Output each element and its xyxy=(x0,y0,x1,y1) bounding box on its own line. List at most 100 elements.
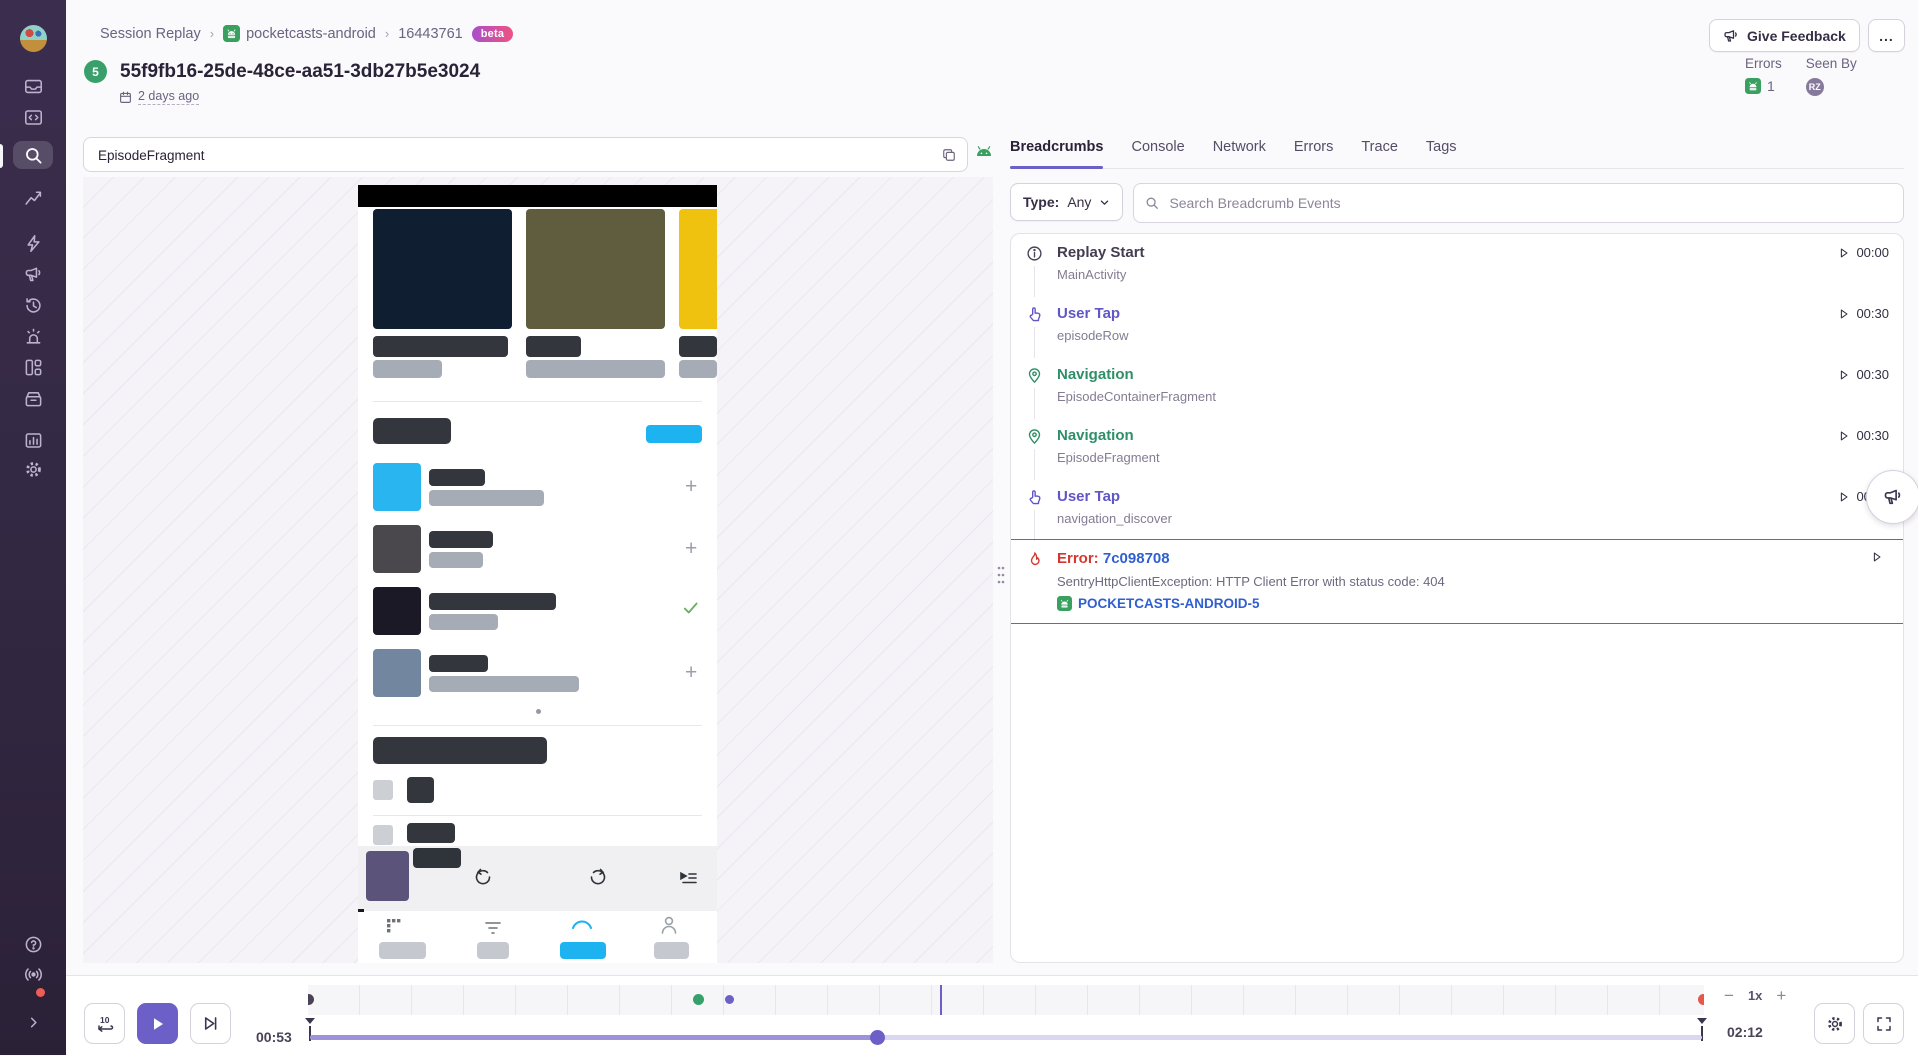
timeline-tick-strip[interactable] xyxy=(308,985,1704,1015)
replay-count-badge: 5 xyxy=(84,60,107,83)
skeleton-text-bar xyxy=(429,531,493,548)
breadcrumb-search-box xyxy=(1133,183,1904,223)
nav-label-pill xyxy=(654,942,689,959)
breadcrumb-event-list: Replay Start MainActivity 00:00 User Tap… xyxy=(1010,233,1904,963)
zoom-in-button[interactable]: + xyxy=(1776,989,1786,1003)
error-id-link[interactable]: 7c098708 xyxy=(1103,550,1170,567)
event-subtitle: EpisodeFragment xyxy=(1057,450,1889,466)
timeline-progress-bar[interactable] xyxy=(310,1035,1702,1040)
skeleton-avatar xyxy=(373,525,421,573)
play-button[interactable] xyxy=(137,1003,178,1044)
android-platform-icon xyxy=(975,143,993,159)
settings-gear-icon[interactable] xyxy=(13,455,53,483)
replay-date: 2 days ago xyxy=(119,89,199,105)
project-issue-link[interactable]: POCKETCASTS-ANDROID-5 xyxy=(1057,596,1889,611)
timeline-marker-green xyxy=(693,994,704,1005)
breadcrumb-event-row[interactable]: User Tap navigation_discover 00:33 xyxy=(1011,478,1903,539)
divider xyxy=(373,401,702,402)
mini-player-progress-tick xyxy=(358,909,364,912)
tab-trace[interactable]: Trace xyxy=(1361,139,1398,168)
fire-icon xyxy=(1026,551,1043,568)
skeleton-text-bar xyxy=(429,469,485,486)
stats-bar-chart-icon[interactable] xyxy=(13,426,53,454)
org-avatar[interactable] xyxy=(20,25,47,52)
event-timestamp[interactable]: 00:00 xyxy=(1838,245,1889,260)
breadcrumb-event-row[interactable]: Replay Start MainActivity 00:00 xyxy=(1011,234,1903,295)
event-title: Error: 7c098708 xyxy=(1057,550,1889,568)
plus-icon: + xyxy=(685,537,697,561)
breadcrumb-session-replay[interactable]: Session Replay xyxy=(100,26,201,42)
timeline-connector xyxy=(1034,388,1035,419)
give-feedback-button[interactable]: Give Feedback xyxy=(1709,19,1860,52)
plus-icon: + xyxy=(685,475,697,499)
breadcrumb-project[interactable]: pocketcasts-android xyxy=(223,25,376,42)
breadcrumb-event-row-error[interactable]: Error: 7c098708 SentryHttpClientExceptio… xyxy=(1011,539,1903,624)
event-timestamp[interactable]: 00:30 xyxy=(1838,306,1889,321)
tab-tags[interactable]: Tags xyxy=(1426,139,1457,168)
breadcrumb-replay-id[interactable]: 16443761 xyxy=(398,26,463,42)
issues-icon[interactable] xyxy=(13,72,53,100)
feedback-megaphone-icon[interactable] xyxy=(13,260,53,288)
tab-breadcrumbs[interactable]: Breadcrumbs xyxy=(1010,139,1103,168)
event-timestamp[interactable]: 00:30 xyxy=(1838,367,1889,382)
explore-search-icon[interactable] xyxy=(13,141,53,169)
alerts-siren-icon[interactable] xyxy=(13,322,53,350)
rewind-10-button[interactable]: 10 xyxy=(84,1003,125,1044)
skeleton-text-bar xyxy=(429,614,498,630)
insights-chart-icon[interactable] xyxy=(13,183,53,211)
timeline-progress-thumb[interactable] xyxy=(870,1030,885,1045)
sidebar xyxy=(0,0,66,1055)
replay-player-bar: 10 00:53 02:12 − 1x + xyxy=(66,975,1918,1056)
help-icon[interactable] xyxy=(13,930,53,958)
event-subtitle: MainActivity xyxy=(1057,267,1889,283)
event-timestamp[interactable]: 00:30 xyxy=(1838,428,1889,443)
more-options-button[interactable]: ... xyxy=(1868,19,1905,52)
breadcrumb-event-row[interactable]: Navigation EpisodeFragment 00:30 xyxy=(1011,417,1903,478)
time-ago-label[interactable]: 2 days ago xyxy=(138,89,199,105)
android-project-icon xyxy=(223,25,240,42)
performance-lightning-icon[interactable] xyxy=(13,229,53,257)
fullscreen-button[interactable] xyxy=(1863,1003,1904,1044)
next-breadcrumb-button[interactable] xyxy=(190,1003,231,1044)
projects-icon[interactable] xyxy=(13,103,53,131)
plus-icon: + xyxy=(685,661,697,685)
skip-forward-icon xyxy=(586,865,610,889)
calendar-icon xyxy=(119,91,132,104)
errors-count[interactable]: 1 xyxy=(1745,78,1782,94)
replay-search-input[interactable] xyxy=(96,138,920,173)
replays-clock-icon[interactable] xyxy=(13,291,53,319)
broadcast-icon[interactable] xyxy=(13,960,53,988)
divider xyxy=(373,725,702,726)
player-settings-button[interactable] xyxy=(1814,1003,1855,1044)
replay-viewport[interactable]: + + + xyxy=(83,177,993,963)
details-tabs: Breadcrumbs Console Network Errors Trace… xyxy=(1010,139,1904,169)
breadcrumb-event-row[interactable]: Navigation EpisodeContainerFragment 00:3… xyxy=(1011,356,1903,417)
nav-label-pill xyxy=(379,942,426,959)
type-filter-dropdown[interactable]: Type:Any xyxy=(1010,183,1123,221)
releases-archive-icon[interactable] xyxy=(13,384,53,412)
tab-network[interactable]: Network xyxy=(1213,139,1266,168)
pane-resize-handle[interactable] xyxy=(993,560,1008,590)
floating-feedback-button[interactable] xyxy=(1866,470,1918,524)
tab-errors[interactable]: Errors xyxy=(1294,139,1333,168)
timeline-progress-played xyxy=(310,1035,877,1040)
dashboards-grid-icon[interactable] xyxy=(13,353,53,381)
zoom-out-button[interactable]: − xyxy=(1724,989,1734,1003)
skeleton-avatar xyxy=(373,649,421,697)
playback-speed-label[interactable]: 1x xyxy=(1748,988,1762,1003)
skeleton-text-bar xyxy=(526,336,581,357)
event-timestamp[interactable] xyxy=(1871,551,1889,563)
sidebar-expand-chevron-icon[interactable] xyxy=(13,1008,53,1036)
event-title: Replay Start xyxy=(1057,244,1889,262)
megaphone-icon xyxy=(1723,28,1739,44)
breadcrumb-event-row[interactable]: User Tap episodeRow 00:30 xyxy=(1011,295,1903,356)
skeleton-text-bar xyxy=(429,655,488,672)
page-indicator-dot xyxy=(536,709,541,714)
breadcrumb-search-input[interactable] xyxy=(1167,194,1892,212)
timeline-end-caret xyxy=(1697,1018,1707,1024)
tab-console[interactable]: Console xyxy=(1131,139,1184,168)
skeleton-text-bar xyxy=(373,336,508,357)
copy-icon[interactable] xyxy=(938,144,960,166)
podcast-artwork-tile xyxy=(373,209,512,329)
event-subtitle: episodeRow xyxy=(1057,328,1889,344)
